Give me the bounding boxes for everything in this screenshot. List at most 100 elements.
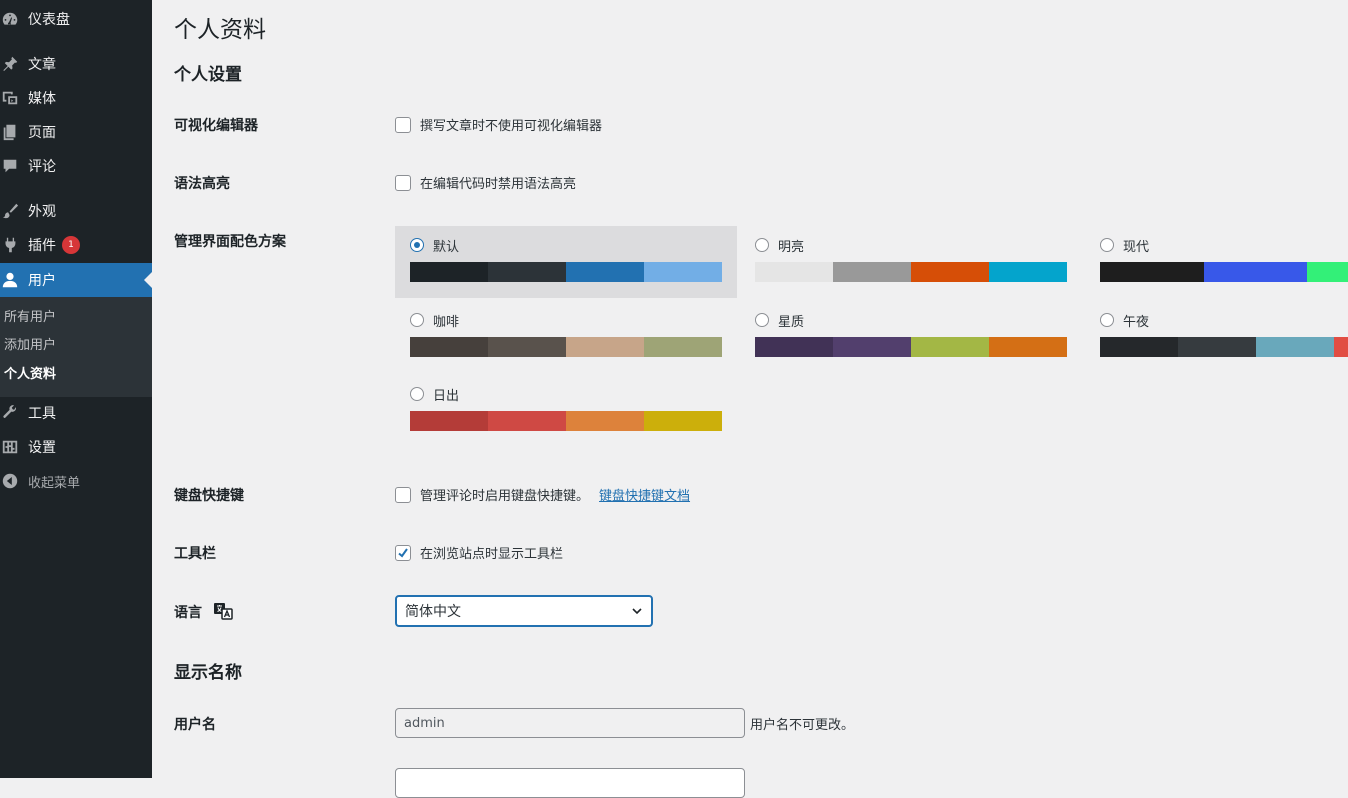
color-scheme-option[interactable]: 星质 [740,301,1082,373]
menu-appearance[interactable]: 外观 [0,194,152,228]
keyboard-shortcuts-label: 键盘快捷键 [174,488,244,504]
color-scheme-radio[interactable] [410,238,424,252]
color-scheme-name: 现代 [1123,239,1150,255]
language-select[interactable]: 简体中文 [395,595,653,627]
color-swatch [1256,337,1334,357]
color-scheme-radio[interactable] [410,387,424,401]
menu-posts[interactable]: 文章 [0,47,152,81]
users-submenu: 所有用户 添加用户 个人资料 [0,297,152,397]
color-scheme-palette [755,262,1067,282]
color-swatch [644,262,722,282]
menu-dashboard[interactable]: 仪表盘 [0,2,152,36]
page-title: 个人资料 [174,17,266,43]
color-scheme-name: 默认 [433,239,460,255]
color-swatch [1100,337,1178,357]
paintbrush-icon [0,201,20,221]
color-swatch [911,337,989,357]
menu-media[interactable]: 媒体 [0,81,152,115]
visual-editor-checkbox[interactable] [395,116,411,133]
username-label: 用户名 [174,717,216,733]
language-label-row: 语言 [174,602,233,624]
color-swatch [1204,262,1307,282]
color-swatch [1334,337,1348,357]
color-swatch [833,262,911,282]
color-scheme-header: 咖啡 [410,311,737,330]
color-scheme-radio[interactable] [755,313,769,327]
color-scheme-header: 星质 [755,311,1082,330]
color-scheme-option[interactable]: 日出 [395,375,737,447]
user-icon [0,270,20,290]
plugins-update-badge: 1 [62,236,80,254]
keyboard-shortcuts-doc-link[interactable]: 键盘快捷键文档 [599,485,690,504]
keyboard-shortcuts-option: 管理评论时启用键盘快捷键。 键盘快捷键文档 [395,485,690,504]
keyboard-shortcuts-text: 管理评论时启用键盘快捷键。 [420,489,590,504]
color-swatch [566,337,644,357]
color-swatch [755,337,833,357]
color-scheme-radio[interactable] [755,238,769,252]
color-scheme-header: 明亮 [755,236,1082,255]
color-scheme-radio[interactable] [1100,238,1114,252]
color-scheme-radio[interactable] [410,313,424,327]
plugin-icon [0,235,20,255]
collapse-menu-button[interactable]: 收起菜单 [0,464,152,498]
color-swatch [566,262,644,282]
submenu-profile[interactable]: 个人资料 [4,364,56,386]
menu-posts-label: 文章 [28,57,56,73]
menu-comments-label: 评论 [28,159,56,175]
syntax-highlighting-text: 在编辑代码时禁用语法高亮 [420,177,577,192]
color-scheme-option[interactable]: 默认 [395,226,737,298]
color-swatch [911,262,989,282]
color-scheme-palette [410,411,722,431]
chevron-down-icon [631,605,643,621]
color-scheme-header: 默认 [410,236,737,255]
personal-settings-heading: 个人设置 [174,65,242,85]
syntax-highlighting-option: 在编辑代码时禁用语法高亮 [395,173,576,192]
toolbar-checkbox[interactable] [395,544,411,561]
toolbar-text: 在浏览站点时显示工具栏 [420,547,564,562]
media-icon [0,88,20,108]
menu-pages[interactable]: 页面 [0,115,152,149]
color-swatch [989,337,1067,357]
next-field[interactable] [395,768,745,798]
admin-sidebar: 仪表盘 文章 媒体 页面 评论 外观 插件 1 用户 所有用户 添加用户 个人资… [0,0,152,778]
color-scheme-name: 午夜 [1123,314,1150,330]
color-scheme-palette [410,337,722,357]
pushpin-icon [0,54,20,74]
color-swatch [644,337,722,357]
menu-tools-label: 工具 [28,406,56,422]
submenu-add-user[interactable]: 添加用户 [4,335,56,357]
color-scheme-header: 日出 [410,385,737,404]
menu-media-label: 媒体 [28,91,56,107]
translation-icon [213,602,233,624]
menu-plugins[interactable]: 插件 1 [0,228,152,262]
visual-editor-label: 可视化编辑器 [174,118,258,134]
dashboard-icon [0,9,20,29]
language-label: 语言 [174,605,202,621]
color-scheme-palette [1100,262,1348,282]
wrench-icon [0,403,20,423]
color-scheme-option[interactable]: 明亮 [740,226,1082,298]
color-swatch [410,337,488,357]
submenu-all-users[interactable]: 所有用户 [4,307,56,329]
color-swatch [644,411,722,431]
syntax-highlighting-checkbox[interactable] [395,174,411,191]
radio-dot [414,242,420,248]
menu-dashboard-label: 仪表盘 [28,12,70,28]
username-field[interactable]: admin [395,708,745,738]
color-swatch [1100,262,1204,282]
menu-comments[interactable]: 评论 [0,149,152,183]
color-scheme-radio[interactable] [1100,313,1114,327]
main-content: 个人资料 个人设置 可视化编辑器 撰写文章时不使用可视化编辑器 语法高亮 在编辑… [152,0,1348,798]
color-scheme-option[interactable]: 午夜 [1085,301,1348,373]
color-scheme-name: 日出 [433,388,460,404]
toolbar-label: 工具栏 [174,546,216,562]
menu-tools[interactable]: 工具 [0,396,152,430]
color-scheme-option[interactable]: 咖啡 [395,301,737,373]
menu-settings[interactable]: 设置 [0,430,152,464]
color-scheme-palette [755,337,1067,357]
color-scheme-option[interactable]: 现代 [1085,226,1348,298]
keyboard-shortcuts-checkbox[interactable] [395,486,411,503]
toolbar-option: 在浏览站点时显示工具栏 [395,543,563,562]
menu-users[interactable]: 用户 [0,263,152,297]
color-swatch [488,262,566,282]
